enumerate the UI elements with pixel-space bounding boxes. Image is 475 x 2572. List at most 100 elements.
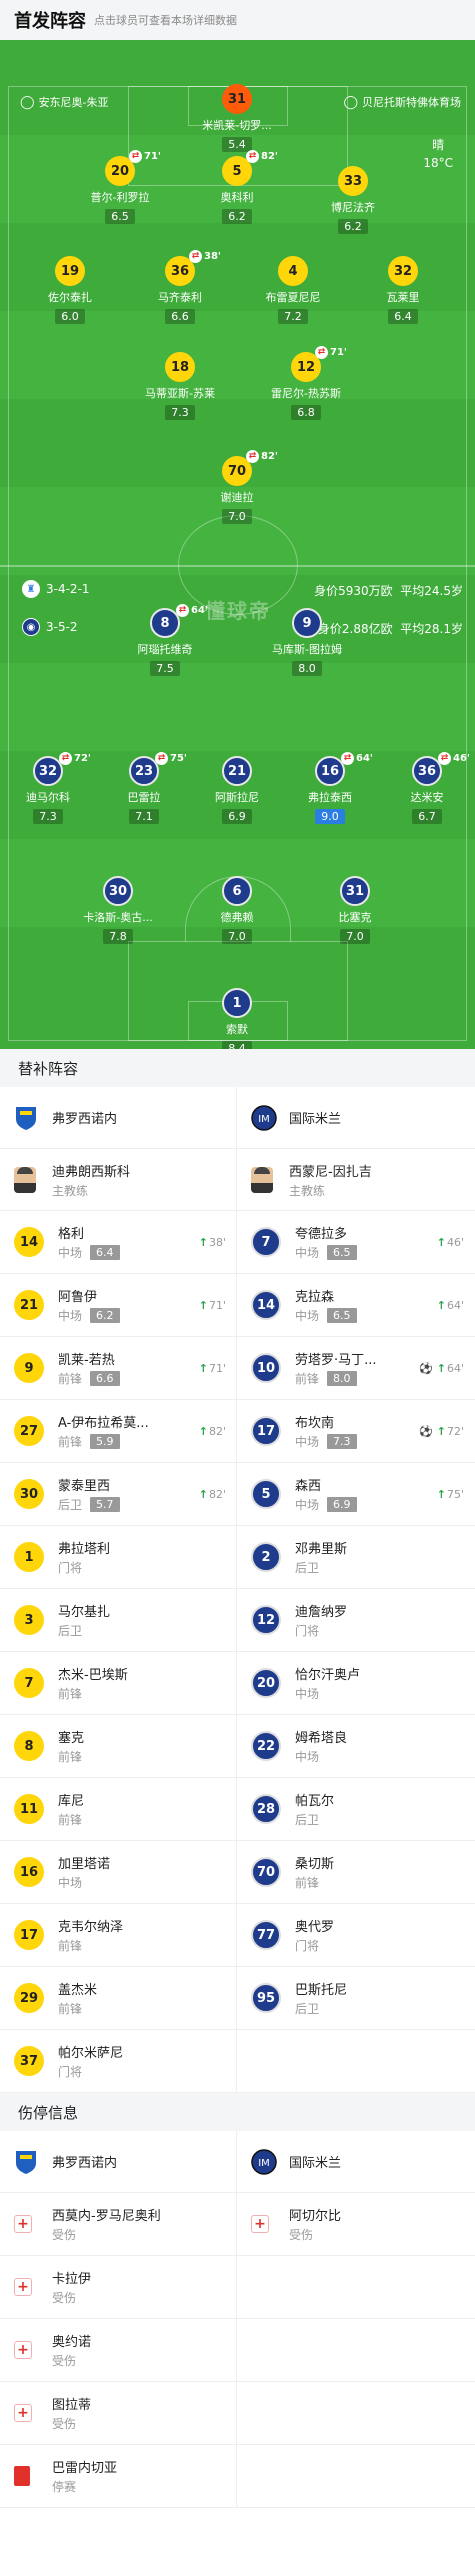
away-team-cell[interactable]: IM 国际米兰	[237, 1087, 474, 1148]
injured-player-info: 卡拉伊 受伤	[52, 2268, 91, 2306]
player-name: 佐尔泰扎	[48, 291, 92, 304]
home-sub-player[interactable]: 16 加里塔诺 中场	[0, 1841, 237, 1903]
inter-logo-icon: ◉	[22, 618, 40, 636]
jersey-number-badge: 22	[251, 1731, 281, 1761]
home-injured-player[interactable]: + 奥约诺 受伤	[0, 2319, 237, 2381]
home-sub-player[interactable]: 9 凯莱-若热 前锋 6.6 ↑ 71'	[0, 1337, 237, 1399]
away-sub-player[interactable]: 28 帕瓦尔 后卫	[237, 1778, 474, 1840]
away-sub-player[interactable]: 70 桑切斯 前锋	[237, 1841, 474, 1903]
home-sub-player[interactable]: 11 库尼 前锋	[0, 1778, 237, 1840]
position-text: 门将	[295, 1939, 320, 1953]
jersey-number-badge: 37	[14, 2046, 44, 2076]
home-sub-player[interactable]: 27 A-伊布拉希莫... 前锋 5.9 ↑ 82'	[0, 1400, 237, 1462]
lineup-subtitle: 点击球员可查看本场详细数据	[94, 14, 237, 27]
sub-on-time: ⚽ ↑ 72'	[419, 1425, 464, 1438]
player-away[interactable]: 32 ⇄ 72' 迪马尔科 7.3	[2, 752, 94, 824]
player-home[interactable]: 36 ⇄ 38' 马齐泰利 6.6	[134, 250, 226, 324]
player-away[interactable]: 30 卡洛斯-奥古... 7.8	[72, 876, 164, 944]
home-sub-player[interactable]: 37 帕尔米萨尼 门将	[0, 2030, 237, 2092]
away-sub-player[interactable]: 7 夸德拉多 中场 6.5 ↑ 46'	[237, 1211, 474, 1273]
home-team-cell[interactable]: 弗罗西诺内	[0, 2131, 237, 2192]
player-home[interactable]: 32 瓦莱里 6.4	[357, 256, 449, 324]
away-sub-player[interactable]: 20 恰尔汗奥卢 中场	[237, 1652, 474, 1714]
sub-off-indicator: ⇄ 38'	[189, 250, 221, 263]
away-injured-player[interactable]: + 阿切尔比 受伤	[237, 2193, 474, 2255]
sub-player-rating: 5.9	[90, 1434, 120, 1449]
frosinone-logo-icon: ♜	[22, 580, 40, 598]
player-home[interactable]: 18 马蒂亚斯-苏莱 7.3	[134, 352, 226, 420]
player-away[interactable]: 1 索默 8.4	[191, 988, 283, 1049]
sub-on-arrow-icon: ↑	[436, 1298, 446, 1312]
player-away[interactable]: 16 ⇄ 64' 弗拉泰西 9.0	[284, 752, 376, 824]
sub-player-position: 前锋	[58, 1685, 128, 1702]
home-injured-player[interactable]: + 图拉蒂 受伤	[0, 2382, 237, 2444]
player-away[interactable]: 8 ⇄ 64' 阿瑙托维奇 7.5	[119, 604, 211, 676]
away-team-cell[interactable]: IM 国际米兰	[237, 2131, 474, 2192]
player-away[interactable]: 31 比塞克 7.0	[309, 876, 401, 944]
player-away[interactable]: 36 ⇄ 46' 达米安 6.7	[381, 752, 473, 824]
jersey-number-badge: 70 ⇄ 82'	[222, 450, 278, 486]
sub-on-time: ↑ 71'	[199, 1362, 226, 1375]
sub-row: 29 盖杰米 前锋 95 巴斯托尼 后卫	[0, 1967, 475, 2030]
injured-player-name: 图拉蒂	[52, 2398, 92, 2413]
away-sub-player[interactable]: 17 布坎南 中场 7.3 ⚽ ↑ 72'	[237, 1400, 474, 1462]
jersey-number-badge: 36 ⇄ 46'	[412, 752, 470, 786]
player-away[interactable]: 6 德弗赖 7.0	[191, 876, 283, 944]
player-home[interactable]: 19 佐尔泰扎 6.0	[24, 256, 116, 324]
pitch: ◯ 安东尼奥-朱亚 ◯ 贝尼托斯特佛体育场 晴 18°C 懂球帝 ♜ 3-4-2-1 …	[0, 40, 475, 1049]
position-text: 后卫	[58, 1624, 83, 1638]
sub-player-info: 巴斯托尼 后卫	[295, 1979, 347, 2017]
home-injured-player[interactable]: 巴雷内切亚 停赛	[0, 2445, 237, 2507]
sub-player-info: 塞克 前锋	[58, 1727, 84, 1765]
away-coach-cell[interactable]: 西蒙尼-因扎吉 主教练	[237, 1149, 474, 1210]
home-coach-cell[interactable]: 迪弗朗西斯科 主教练	[0, 1149, 237, 1210]
frosinone-logo-icon	[14, 1105, 38, 1131]
player-home[interactable]: 33 博尼法齐 6.2	[307, 166, 399, 234]
away-sub-player[interactable]: 2 邓弗里斯 后卫	[237, 1526, 474, 1588]
away-sub-player[interactable]: 12 迪詹纳罗 门将	[237, 1589, 474, 1651]
away-sub-player[interactable]: 5 森西 中场 6.9 ↑ 75'	[237, 1463, 474, 1525]
sub-off-indicator: ⇄ 75'	[155, 752, 187, 765]
home-team-name: 弗罗西诺内	[52, 2156, 118, 2171]
player-rating: 6.6	[165, 309, 195, 324]
away-sub-player[interactable]: 95 巴斯托尼 后卫	[237, 1967, 474, 2029]
jersey-number-badge: 36 ⇄ 38'	[165, 250, 221, 286]
sub-player-info: 格利 中场 6.4	[58, 1223, 120, 1261]
position-text: 中场	[295, 1750, 320, 1764]
player-name: 博尼法齐	[331, 201, 375, 214]
sub-player-name: 迪詹纳罗	[295, 1605, 348, 1620]
home-injured-player[interactable]: + 卡拉伊 受伤	[0, 2256, 237, 2318]
home-injured-player[interactable]: + 西莫内-罗马尼奥利 受伤	[0, 2193, 237, 2255]
substitution-icon: ⇄	[246, 150, 259, 163]
player-home[interactable]: 5 ⇄ 82' 奥科利 6.2	[191, 150, 283, 224]
home-sub-player[interactable]: 17 克韦尔纳泽 前锋	[0, 1904, 237, 1966]
away-sub-player[interactable]: 14 克拉森 中场 6.5 ↑ 64'	[237, 1274, 474, 1336]
away-sub-player[interactable]: 77 奥代罗 门将	[237, 1904, 474, 1966]
home-sub-player[interactable]: 3 马尔基扎 后卫	[0, 1589, 237, 1651]
home-sub-player[interactable]: 1 弗拉塔利 门将	[0, 1526, 237, 1588]
home-sub-player[interactable]: 14 格利 中场 6.4 ↑ 38'	[0, 1211, 237, 1273]
player-home[interactable]: 12 ⇄ 71' 雷尼尔-热苏斯 6.8	[260, 346, 352, 420]
home-sub-player[interactable]: 21 阿鲁伊 中场 6.2 ↑ 71'	[0, 1274, 237, 1336]
player-home[interactable]: 4 布雷夏尼尼 7.2	[247, 256, 339, 324]
player-away[interactable]: 9 马库斯-图拉姆 8.0	[261, 608, 353, 676]
home-sub-player[interactable]: 30 蒙泰里西 后卫 5.7 ↑ 82'	[0, 1463, 237, 1525]
player-away[interactable]: 21 阿斯拉尼 6.9	[191, 756, 283, 824]
position-text: 前锋	[295, 1372, 320, 1386]
player-home[interactable]: 70 ⇄ 82' 谢迪拉 7.0	[191, 450, 283, 524]
away-sub-player[interactable]: 10 劳塔罗·马丁... 前锋 8.0 ⚽ ↑ 64'	[237, 1337, 474, 1399]
jersey-number-badge: 17	[251, 1416, 281, 1446]
home-team-cell[interactable]: 弗罗西诺内	[0, 1087, 237, 1148]
home-sub-player[interactable]: 8 塞克 前锋	[0, 1715, 237, 1777]
player-away[interactable]: 23 ⇄ 75' 巴雷拉 7.1	[98, 752, 190, 824]
sub-player-name: 邓弗里斯	[295, 1542, 348, 1557]
home-sub-player[interactable]: 29 盖杰米 前锋	[0, 1967, 237, 2029]
jersey-number-badge: 4	[278, 256, 308, 286]
player-home[interactable]: 20 ⇄ 71' 普尔-利罗拉 6.5	[74, 150, 166, 224]
away-sub-player[interactable]: 22 姆希塔良 中场	[237, 1715, 474, 1777]
player-home[interactable]: 31 米凯莱-切罗... 5.4	[191, 84, 283, 152]
home-sub-player[interactable]: 7 杰米-巴埃斯 前锋	[0, 1652, 237, 1714]
injured-player-name: 阿切尔比	[289, 2209, 342, 2224]
position-text: 中场	[58, 1309, 83, 1323]
sub-on-time: ↑ 82'	[199, 1425, 226, 1438]
